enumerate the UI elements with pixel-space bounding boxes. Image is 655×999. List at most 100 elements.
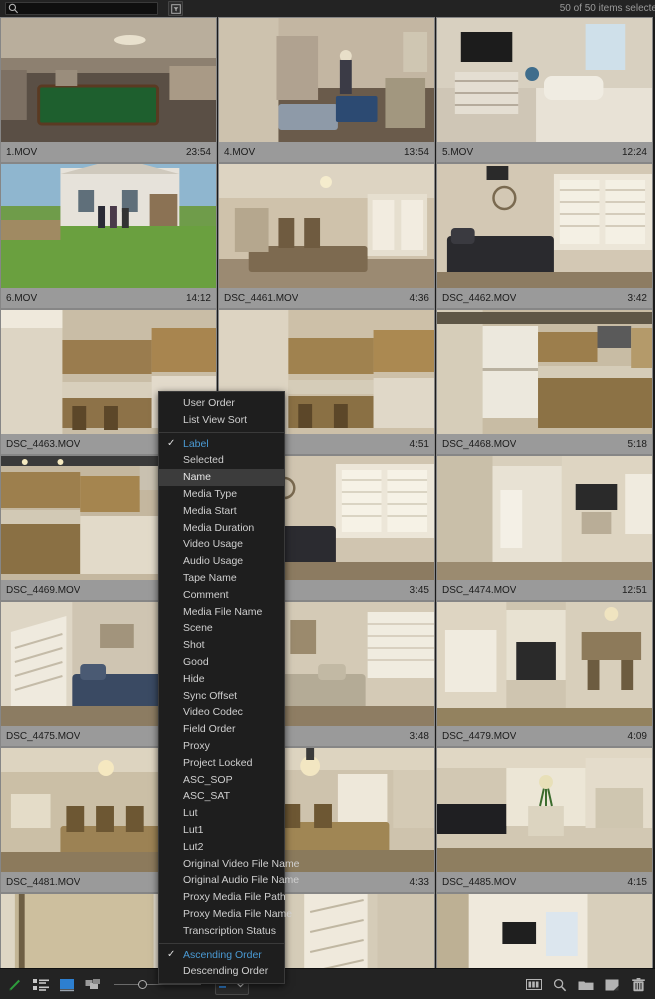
menu-item-label: Good xyxy=(183,655,209,668)
clip-duration: 3:45 xyxy=(409,584,429,596)
menu-item[interactable]: Proxy xyxy=(159,738,284,755)
search-input[interactable] xyxy=(21,3,157,14)
sort-context-menu[interactable]: User Order List View Sort ✓ Label Selected Na… xyxy=(158,391,300,985)
trash-icon[interactable] xyxy=(625,972,651,998)
new-item-icon[interactable] xyxy=(599,972,625,998)
menu-item-label: Original Video File Name xyxy=(183,857,300,870)
search-field[interactable] xyxy=(5,2,158,15)
menu-item[interactable]: Field Order xyxy=(159,721,284,738)
menu-item[interactable]: Original Audio File Name xyxy=(159,872,299,889)
thumbnail-meta: DSC_4474.MOV 12:51 xyxy=(437,580,652,600)
menu-item[interactable]: Video Codec xyxy=(159,704,284,721)
media-thumbnail-item[interactable]: DSC_4474.MOV 12:51 xyxy=(436,455,653,601)
menu-item[interactable]: Lut2 xyxy=(159,839,284,856)
clip-duration: 12:24 xyxy=(621,146,647,158)
menu-item-label: Descending Order xyxy=(183,965,269,978)
menu-item[interactable]: Video Usage xyxy=(159,536,284,553)
media-thumbnail-item[interactable]: DSC_4461.MOV 4:36 xyxy=(218,163,435,309)
menu-item[interactable]: ✓ Label xyxy=(159,436,284,453)
menu-item[interactable]: ASC_SAT xyxy=(159,788,284,805)
slider-knob[interactable] xyxy=(138,980,147,989)
clip-name: DSC_4463.MOV xyxy=(6,438,81,450)
menu-item[interactable]: Good xyxy=(159,654,284,671)
filmstrip-icon[interactable] xyxy=(521,972,547,998)
menu-item[interactable]: Selected xyxy=(159,452,284,469)
menu-item[interactable]: Tape Name xyxy=(159,570,284,587)
menu-item-label: Media Duration xyxy=(183,521,255,534)
menu-item[interactable]: Audio Usage xyxy=(159,553,284,570)
thumbnail-image xyxy=(437,894,652,968)
thumbnail-image xyxy=(1,164,216,289)
find-icon[interactable] xyxy=(547,972,573,998)
menu-item-label: Media Start xyxy=(183,504,237,517)
menu-separator xyxy=(159,942,284,944)
list-view-icon[interactable] xyxy=(28,972,54,998)
menu-item[interactable]: Media Start xyxy=(159,503,284,520)
media-thumbnail-item[interactable]: DSC_4468.MOV 5:18 xyxy=(436,309,653,455)
menu-item[interactable]: Proxy Media File Name xyxy=(159,906,292,923)
menu-item[interactable]: Lut1 xyxy=(159,822,284,839)
clip-name: DSC_4485.MOV xyxy=(442,876,517,888)
menu-item[interactable]: Original Video File Name xyxy=(159,856,300,873)
clip-duration: 4:36 xyxy=(409,292,429,304)
new-bin-icon[interactable] xyxy=(573,972,599,998)
menu-item-label: Hide xyxy=(183,672,205,685)
menu-item[interactable]: Comment xyxy=(159,587,284,604)
menu-item[interactable]: Sync Offset xyxy=(159,688,284,705)
media-thumbnail-item[interactable]: 6.MOV 14:12 xyxy=(0,163,217,309)
menu-item[interactable]: Shot xyxy=(159,637,284,654)
menu-item-label: Comment xyxy=(183,588,229,601)
menu-item-label: Original Audio File Name xyxy=(183,874,300,887)
menu-item[interactable]: Project Locked xyxy=(159,755,284,772)
bottom-toolbar xyxy=(0,968,655,999)
media-thumbnail-item[interactable]: DSC_4462.MOV 3:42 xyxy=(436,163,653,309)
menu-item[interactable]: ASC_SOP xyxy=(159,772,284,789)
thumbnail-grid[interactable]: 1.MOV 23:54 4.MOV 13:54 5.MOV 12:24 6.MO… xyxy=(0,17,655,968)
thumbnail-image xyxy=(437,310,652,435)
grid-row: DSC_4463.MOV 4:51 DSC_4468.MOV 5:18 xyxy=(0,309,655,455)
menu-item[interactable]: Descending Order xyxy=(159,963,284,980)
clip-name: 4.MOV xyxy=(224,146,256,158)
freeform-view-icon[interactable] xyxy=(80,972,106,998)
freeform-pen-icon[interactable] xyxy=(2,972,28,998)
menu-item[interactable]: List View Sort xyxy=(159,412,284,429)
menu-item[interactable]: Hide xyxy=(159,671,284,688)
grid-row: 1.MOV 23:54 4.MOV 13:54 5.MOV 12:24 xyxy=(0,17,655,163)
menu-item-label: Audio Usage xyxy=(183,555,244,568)
media-thumbnail-item[interactable]: 5.MOV 12:24 xyxy=(436,17,653,163)
clip-duration: 13:54 xyxy=(403,146,429,158)
menu-item[interactable]: ✓ Ascending Order xyxy=(159,947,284,964)
media-thumbnail-item[interactable]: DSC_4485.MOV 4:15 xyxy=(436,747,653,893)
grid-row: DSC_4481.MOV 4:33 DSC_4485.MOV 4:15 xyxy=(0,747,655,893)
menu-item[interactable]: Lut xyxy=(159,805,284,822)
clip-name: DSC_4468.MOV xyxy=(442,438,517,450)
menu-item[interactable]: Proxy Media File Path xyxy=(159,889,286,906)
icon-view-icon[interactable] xyxy=(54,972,80,998)
menu-item-label: Ascending Order xyxy=(183,948,262,961)
menu-item[interactable]: User Order xyxy=(159,395,284,412)
grid-row: DSC_4469.MOV 3:45 DSC_4474.MOV 12:51 xyxy=(0,455,655,601)
media-thumbnail-item[interactable] xyxy=(436,893,653,968)
media-thumbnail-item[interactable]: 1.MOV 23:54 xyxy=(0,17,217,163)
thumbnail-meta: DSC_4479.MOV 4:09 xyxy=(437,726,652,746)
menu-item[interactable]: Name xyxy=(159,469,284,486)
menu-item[interactable]: Media File Name xyxy=(159,604,284,621)
menu-separator xyxy=(159,431,284,433)
clip-name: DSC_4461.MOV xyxy=(224,292,299,304)
clip-duration: 12:51 xyxy=(621,584,647,596)
clip-name: DSC_4481.MOV xyxy=(6,876,81,888)
menu-item-label: Tape Name xyxy=(183,571,237,584)
menu-item[interactable]: Media Duration xyxy=(159,520,284,537)
menu-item-label: User Order xyxy=(183,397,235,409)
menu-item[interactable]: Media Type xyxy=(159,486,284,503)
clip-name: DSC_4469.MOV xyxy=(6,584,81,596)
menu-item[interactable]: Scene xyxy=(159,620,284,637)
clip-name: DSC_4479.MOV xyxy=(442,730,517,742)
media-thumbnail-item[interactable]: DSC_4479.MOV 4:09 xyxy=(436,601,653,747)
menu-item[interactable]: Transcription Status xyxy=(159,923,284,940)
metadata-filter-icon[interactable] xyxy=(168,1,183,16)
menu-item-label: Lut1 xyxy=(183,823,204,836)
clip-name: 6.MOV xyxy=(6,292,38,304)
media-thumbnail-item[interactable]: 4.MOV 13:54 xyxy=(218,17,435,163)
clip-duration: 14:12 xyxy=(185,292,211,304)
